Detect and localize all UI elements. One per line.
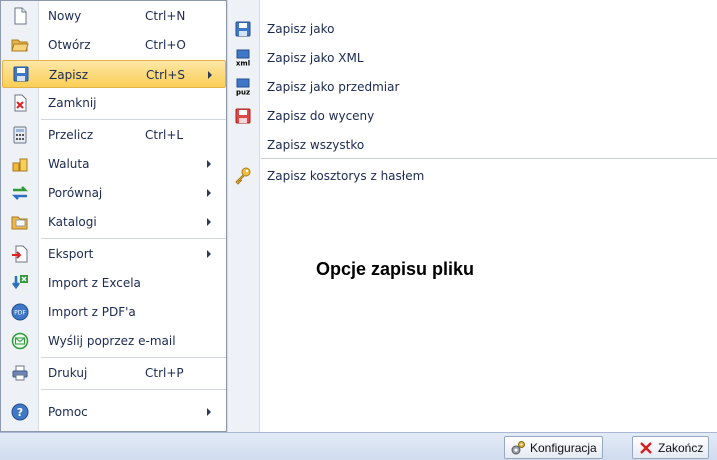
submenu-arrow-icon	[207, 160, 211, 168]
menu-item-label: Przelicz	[48, 128, 94, 142]
submenu-item-label: Zapisz do wyceny	[267, 109, 375, 123]
email-icon	[2, 327, 38, 355]
puz-icon: puz	[232, 76, 254, 98]
menu-item-pomoc[interactable]: ? Pomoc	[2, 398, 226, 426]
submenu-arrow-icon	[207, 189, 211, 197]
menu-item-label: Zapisz	[49, 68, 89, 82]
menu-separator	[41, 119, 226, 120]
submenu-item-zapisz-przedmiar[interactable]: puz Zapisz jako przedmiar	[228, 72, 717, 100]
save-options-heading: Opcje zapisu pliku	[316, 259, 475, 279]
svg-text:?: ?	[17, 406, 23, 419]
gear-icon	[511, 440, 525, 454]
menu-item-shortcut: Ctrl+P	[145, 366, 184, 380]
menu-item-nowy[interactable]: Nowy Ctrl+N	[2, 2, 226, 30]
export-icon	[2, 240, 38, 268]
svg-text:puz: puz	[236, 89, 250, 97]
submenu-item-zapisz-xml[interactable]: xml Zapisz jako XML	[228, 43, 717, 71]
menu-item-przelicz[interactable]: Przelicz Ctrl+L	[2, 121, 226, 149]
menu-item-otworz[interactable]: Otwórz Ctrl+O	[2, 31, 226, 59]
compare-arrows-icon	[2, 179, 38, 207]
menu-separator	[41, 389, 226, 390]
save-submenu: Zapisz jako xml Zapisz jako XML puz Zapi…	[227, 0, 717, 432]
help-icon: ?	[2, 398, 38, 426]
submenu-item-label: Zapisz jako	[267, 22, 335, 36]
exit-button[interactable]: Zakończ	[632, 436, 710, 459]
import-excel-icon	[2, 269, 38, 297]
menu-item-label: Katalogi	[48, 215, 97, 229]
save-icon	[3, 60, 39, 88]
submenu-separator	[261, 158, 717, 159]
submenu-item-zapisz-wszystko[interactable]: Zapisz wszystko	[228, 130, 717, 158]
submenu-item-zapisz-wyceny[interactable]: Zapisz do wyceny	[228, 101, 717, 129]
menu-item-label: Pomoc	[48, 405, 88, 419]
menu-separator	[41, 357, 226, 358]
submenu-item-label: Zapisz jako XML	[267, 51, 364, 65]
menu-separator	[41, 238, 226, 239]
coins-icon	[2, 150, 38, 178]
submenu-item-zapisz-haslem[interactable]: Zapisz kosztorys z hasłem	[228, 161, 717, 189]
menu-item-katalogi[interactable]: Katalogi	[2, 208, 226, 236]
key-icon	[232, 165, 254, 187]
menu-item-drukuj[interactable]: Drukuj Ctrl+P	[2, 359, 226, 387]
configuration-label: Konfiguracja	[530, 440, 597, 455]
menu-item-label: Waluta	[48, 157, 90, 171]
configuration-button[interactable]: Konfiguracja	[504, 436, 603, 459]
menu-item-label: Zamknij	[48, 96, 97, 110]
svg-text:PDF: PDF	[14, 310, 26, 317]
menu-item-waluta[interactable]: Waluta	[2, 150, 226, 178]
exit-label: Zakończ	[658, 440, 704, 455]
submenu-arrow-icon	[207, 250, 211, 258]
menu-item-shortcut: Ctrl+O	[145, 38, 186, 52]
submenu-arrow-icon	[208, 71, 212, 79]
file-menu: Nowy Ctrl+N Otwórz Ctrl+O Zapisz Ctrl+S …	[0, 0, 227, 432]
save-red-icon	[232, 105, 254, 127]
menu-item-label: Drukuj	[48, 366, 88, 380]
submenu-item-label: Zapisz wszystko	[267, 138, 365, 152]
new-file-icon	[2, 2, 38, 30]
open-folder-icon	[2, 31, 38, 59]
menu-item-email[interactable]: Wyślij poprzez e-mail	[2, 327, 226, 355]
menu-item-label: Eksport	[48, 247, 94, 261]
menu-item-import-pdf[interactable]: PDF Import z PDF'a	[2, 298, 226, 326]
calculator-icon	[2, 121, 38, 149]
menu-item-zapisz[interactable]: Zapisz Ctrl+S	[2, 60, 226, 88]
xml-icon: xml	[232, 47, 254, 69]
status-bar: Konfiguracja Zakończ	[0, 432, 717, 460]
submenu-item-label: Zapisz jako przedmiar	[267, 80, 400, 94]
menu-item-shortcut: Ctrl+S	[146, 68, 186, 82]
submenu-arrow-icon	[207, 218, 211, 226]
menu-item-import-excel[interactable]: Import z Excela	[2, 269, 226, 297]
menu-item-label: Nowy	[48, 9, 82, 23]
catalog-folder-icon	[2, 208, 38, 236]
menu-item-porownaj[interactable]: Porównaj	[2, 179, 226, 207]
close-icon	[640, 441, 652, 454]
menu-item-zamknij[interactable]: Zamknij	[2, 89, 226, 117]
menu-item-label: Import z PDF'a	[48, 305, 136, 319]
menu-item-label: Wyślij poprzez e-mail	[48, 334, 176, 348]
menu-item-label: Otwórz	[48, 38, 91, 52]
submenu-item-zapisz-jako[interactable]: Zapisz jako	[228, 14, 717, 42]
submenu-item-label: Zapisz kosztorys z hasłem	[267, 169, 425, 183]
menu-item-label: Porównaj	[48, 186, 103, 200]
menu-item-label: Import z Excela	[48, 276, 141, 290]
menu-item-shortcut: Ctrl+N	[145, 9, 186, 23]
save-as-icon	[232, 18, 254, 40]
import-pdf-icon: PDF	[2, 298, 38, 326]
menu-item-shortcut: Ctrl+L	[145, 128, 184, 142]
printer-icon	[2, 359, 38, 387]
svg-text:xml: xml	[236, 60, 250, 68]
close-document-icon	[2, 89, 38, 117]
submenu-arrow-icon	[207, 408, 211, 416]
menu-item-eksport[interactable]: Eksport	[2, 240, 226, 268]
